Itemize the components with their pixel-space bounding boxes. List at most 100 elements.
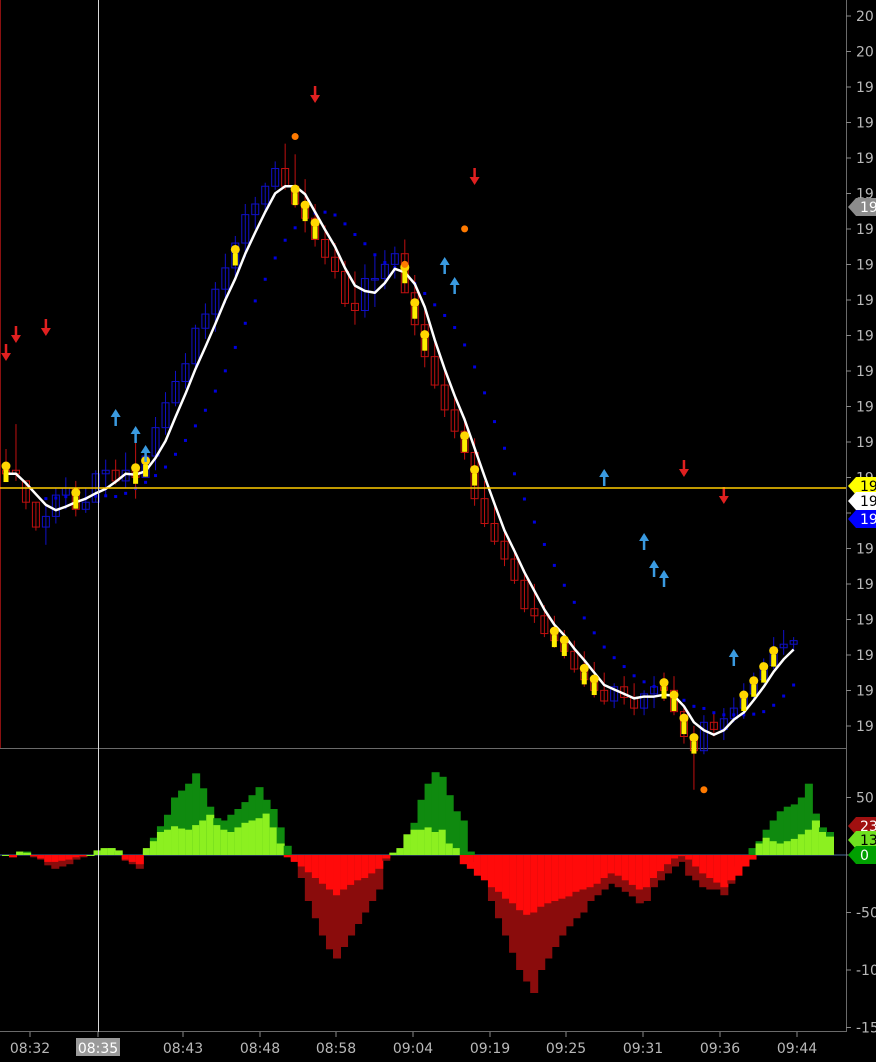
oscillator-bar-inner — [325, 855, 334, 890]
oscillator-bar-inner — [9, 855, 18, 858]
oscillator-bar-inner — [826, 836, 834, 855]
oscillator-bar-inner — [480, 855, 489, 881]
oscillator-bar-inner — [135, 855, 144, 865]
oscillator-bar-inner — [635, 855, 644, 890]
price-axis-label: 19 — [856, 222, 874, 238]
oscillator-bar-inner — [804, 829, 813, 855]
trend-dot — [154, 474, 158, 478]
time-axis-label: 08:43 — [163, 1041, 203, 1057]
oscillator-bar-inner — [290, 855, 299, 862]
time-axis-label: 09:04 — [393, 1041, 433, 1057]
price-axis-label: 19 — [856, 258, 874, 274]
price-axis-label: 19 — [856, 435, 874, 451]
oscillator-bar-inner — [424, 827, 433, 855]
arrow-up-icon — [639, 533, 650, 550]
oscillator-bar-inner — [206, 814, 215, 855]
oscillator-bar-inner — [199, 820, 208, 855]
signal-bar — [232, 253, 238, 266]
oscillator-bar-inner — [565, 855, 574, 897]
signal-dot — [769, 646, 779, 656]
price-tag-white-label: 19 — [860, 494, 876, 510]
signal-dot — [310, 218, 320, 228]
oscillator-bar-inner — [37, 855, 46, 859]
oscillator-bar-inner — [142, 848, 151, 855]
trading-chart[interactable]: 20 20 19 19 19 19 19 19 19 19 19 19 19 19 19 19 19 19 19 19… — [0, 0, 876, 1062]
trend-dot — [702, 706, 706, 710]
oscillator-bar-inner — [783, 841, 792, 855]
oscillator-bar-inner — [466, 855, 475, 869]
time-axis-label: 08:48 — [240, 1041, 280, 1057]
arrow-up-icon — [439, 257, 450, 274]
trend-dot — [353, 233, 357, 237]
time-axis: 08:32 08:35 08:43 08:48 08:58 09:04 09:19 09:25… — [10, 1032, 817, 1057]
oscillator-bar-inner — [234, 827, 243, 855]
oscillator-axis-label: -15 — [856, 1021, 876, 1037]
trend-dot — [114, 495, 118, 499]
oscillator-bar-inner — [727, 855, 736, 881]
signal-dot — [460, 431, 470, 441]
trend-dot — [772, 703, 776, 707]
arrow-head — [659, 570, 670, 578]
oscillator-bar-inner — [516, 855, 525, 911]
time-axis-label: 08:32 — [10, 1041, 50, 1057]
signal-orange-dot — [401, 260, 409, 268]
oscillator-bar-inner — [241, 822, 250, 855]
oscillator-bar-inner — [713, 855, 722, 883]
trend-dot — [323, 210, 327, 214]
oscillator-bar-inner — [354, 855, 363, 881]
moving-average-line — [6, 185, 795, 736]
trend-dot — [532, 520, 536, 524]
oscillator-bar-inner — [23, 852, 32, 855]
arrow-head — [639, 533, 650, 541]
trend-dot — [473, 365, 477, 369]
signal-bar — [462, 439, 468, 452]
arrow-head — [130, 426, 141, 434]
oscillator-bar-inner — [452, 848, 461, 855]
price-axis-label: 19 — [856, 719, 874, 735]
trend-dot — [223, 369, 227, 373]
trend-dot — [503, 446, 506, 450]
arrow-head — [678, 469, 689, 477]
trend-dot — [383, 261, 387, 265]
oscillator-bar-inner — [685, 855, 694, 860]
price-axis-label: 19 — [856, 542, 874, 558]
signal-bar — [133, 471, 139, 484]
oscillator-bar-inner — [614, 855, 623, 876]
arrow-down-icon — [10, 326, 21, 343]
trend-dot — [453, 326, 457, 330]
oscillator-axis-label: -10 — [856, 963, 876, 979]
trend-dot — [373, 253, 377, 257]
oscillator-bar-inner — [128, 855, 137, 862]
oscillator-bar-inner — [678, 855, 687, 857]
trend-dot — [213, 389, 217, 393]
arrow-up-icon — [110, 409, 121, 426]
oscillator-axis-label: 50 — [856, 791, 874, 807]
signal-bar — [292, 193, 298, 206]
oscillator-bar-inner — [748, 855, 757, 860]
signal-dot — [131, 463, 141, 473]
signal-markers — [1, 133, 779, 794]
signal-bar — [561, 643, 567, 656]
oscillator-bar-inner — [579, 855, 588, 890]
trend-dot — [642, 680, 646, 684]
time-axis-label: 09:19 — [470, 1041, 510, 1057]
oscillator-bar-inner — [192, 825, 201, 855]
oscillator-bar-inner — [297, 855, 306, 867]
time-axis-label: 08:58 — [316, 1041, 356, 1057]
signal-orange-dot — [291, 133, 299, 141]
signal-dot — [579, 663, 589, 673]
oscillator-bar-inner — [642, 855, 651, 888]
oscillator-bar-inner — [593, 855, 602, 884]
signal-bar — [671, 699, 677, 711]
time-axis-label: 09:25 — [546, 1041, 586, 1057]
oscillator-bar-inner — [16, 851, 25, 855]
oscillator-histogram — [2, 772, 834, 993]
signal-bar — [472, 473, 478, 486]
oscillator-bar — [459, 820, 468, 855]
arrow-up-icon — [599, 469, 610, 486]
oscillator-bar-inner — [65, 855, 74, 860]
arrow-up-icon — [649, 560, 660, 577]
oscillator-bar-inner — [607, 855, 616, 874]
oscillator-bar-inner — [156, 832, 165, 855]
arrow-head — [649, 560, 660, 568]
